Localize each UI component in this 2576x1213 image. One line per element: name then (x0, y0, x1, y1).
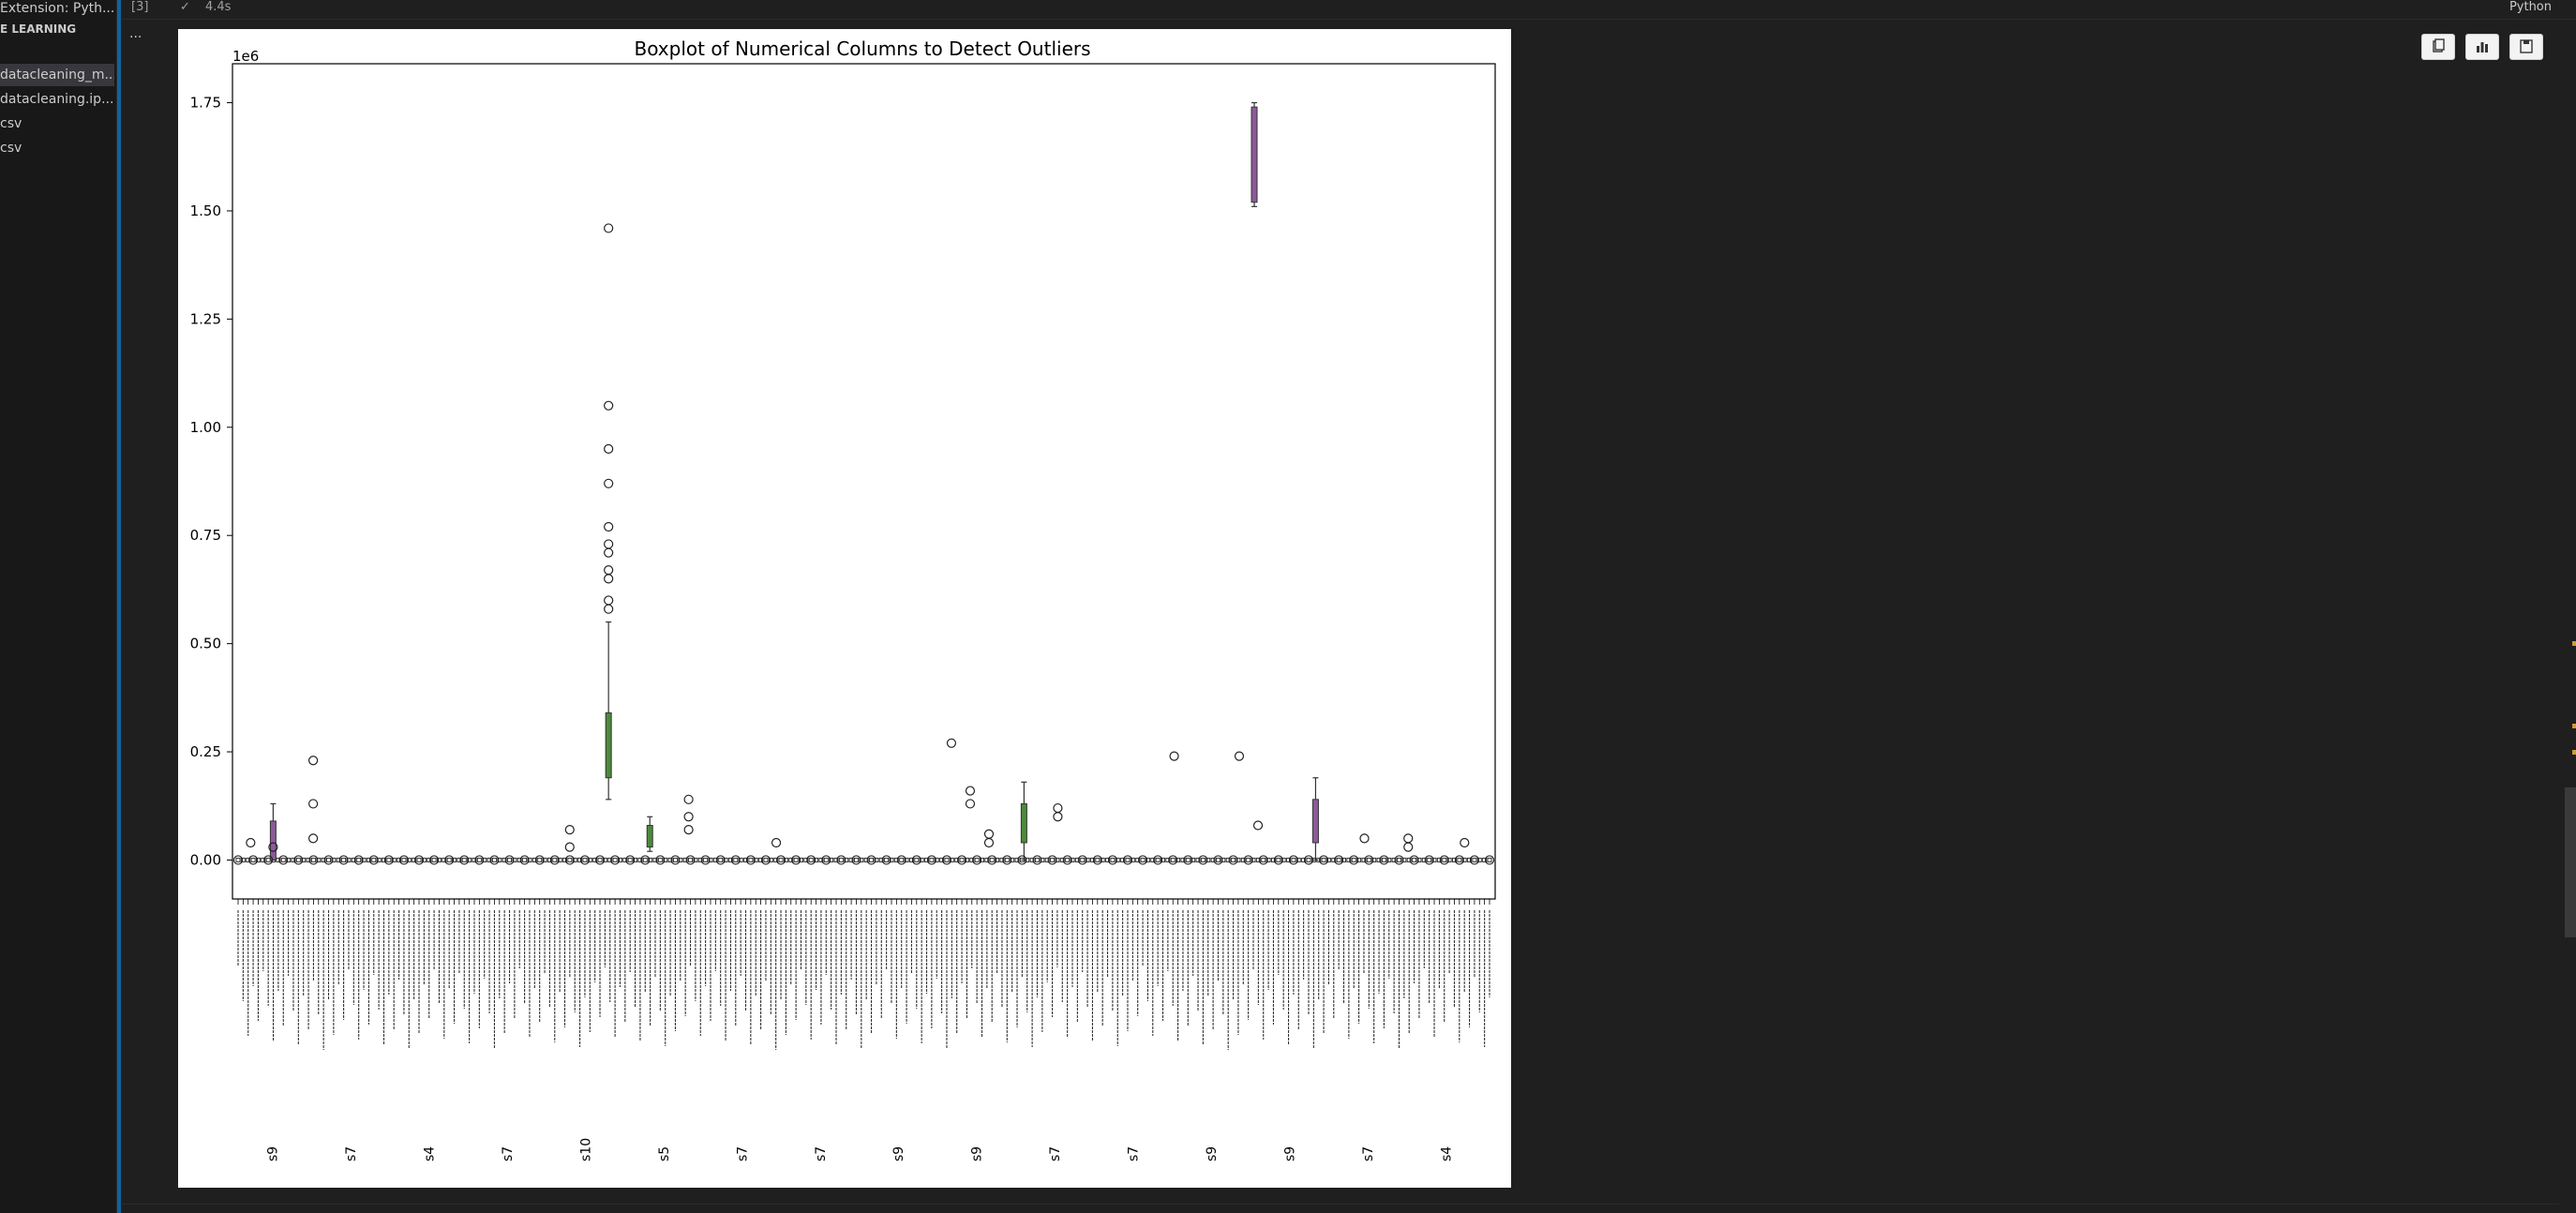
y-tick-label: 1.25 (190, 310, 221, 327)
x-tick-label: s4 (423, 1146, 438, 1161)
y-tick-label: 1.75 (190, 95, 221, 112)
explorer-section-header[interactable]: E LEARNING (0, 21, 76, 37)
box-iqr (1020, 802, 1027, 844)
chart-title: Boxplot of Numerical Columns to Detect O… (634, 37, 1090, 60)
overview-ruler-mark (2572, 750, 2576, 755)
x-tick-label: s9 (1205, 1146, 1220, 1161)
x-tick-label: s10 (578, 1138, 593, 1161)
box-iqr (646, 825, 653, 848)
x-tick-label: s7 (501, 1146, 516, 1161)
check-icon: ✓ (180, 0, 190, 14)
explorer-sidebar: Extension: Pyth... E LEARNING datacleani… (0, 0, 117, 1213)
file-item-datacleaning-ipynb[interactable]: datacleaning.ip... (0, 88, 114, 111)
copy-output-button[interactable] (2421, 34, 2455, 60)
x-tick-label: s9 (970, 1146, 985, 1161)
execution-duration: 4.4s (205, 0, 232, 14)
x-tick-label: s7 (735, 1146, 750, 1161)
boxplot-chart: Boxplot of Numerical Columns to Detect O… (178, 29, 1511, 1188)
x-tick-label: s9 (1282, 1146, 1297, 1161)
y-tick-label: 0.25 (190, 743, 221, 760)
chart-view-button[interactable] (2465, 34, 2499, 60)
save-output-button[interactable] (2509, 34, 2543, 60)
file-label: datacleaning_m... (0, 67, 114, 82)
x-tick-label: s5 (657, 1146, 672, 1161)
x-tick-label: s7 (1127, 1146, 1142, 1161)
file-label: csv (0, 141, 22, 156)
y-axis-multiplier: 1e6 (232, 48, 259, 65)
box-iqr (605, 711, 612, 779)
file-label: csv (0, 116, 22, 131)
cell-bottom-border (122, 1204, 2559, 1205)
copy-icon (2433, 38, 2445, 52)
cell-status-bar: [3] ✓ 4.4s Python (122, 0, 2576, 20)
box-iqr (1311, 799, 1319, 844)
y-tick-label: 1.00 (190, 419, 221, 436)
y-tick-label: 0.50 (190, 636, 221, 652)
y-tick-label: 0.75 (190, 527, 221, 544)
chart-icon (2477, 42, 2488, 52)
x-tick-label: s9 (266, 1146, 281, 1161)
x-tick-label: s7 (1048, 1146, 1063, 1161)
kernel-label[interactable]: Python (2509, 0, 2552, 15)
box-iqr (1251, 106, 1258, 203)
x-tick-label: s7 (344, 1146, 359, 1161)
y-tick-label: 1.50 (190, 202, 221, 219)
output-more-actions[interactable]: ... (129, 26, 142, 41)
vertical-scrollbar[interactable] (2565, 787, 2576, 937)
extension-label[interactable]: Extension: Pyth... (0, 0, 116, 17)
file-label: datacleaning.ip... (0, 92, 114, 107)
x-tick-label: s4 (1439, 1146, 1454, 1161)
overview-ruler-mark (2572, 641, 2576, 646)
x-tick-label: s9 (891, 1146, 906, 1161)
x-tick-label: s7 (814, 1146, 829, 1161)
cell-focus-indicator[interactable] (117, 0, 121, 1213)
overview-ruler-mark (2572, 724, 2576, 728)
plot-output: Boxplot of Numerical Columns to Detect O… (178, 29, 1511, 1188)
file-item-datacleaning-m[interactable]: datacleaning_m... (0, 64, 114, 86)
file-item-csv-2[interactable]: csv (0, 137, 114, 159)
y-tick-label: 0.00 (190, 851, 221, 868)
box-iqr (269, 820, 277, 861)
x-tick-label: s7 (1361, 1146, 1376, 1161)
file-item-csv-1[interactable]: csv (0, 112, 114, 135)
execution-count: [3] (131, 0, 149, 14)
save-icon (2520, 39, 2533, 53)
